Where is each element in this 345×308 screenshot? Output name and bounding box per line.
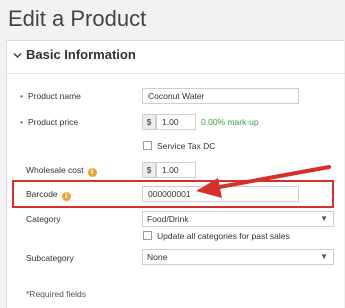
barcode-input[interactable]: 000000001 bbox=[142, 186, 299, 202]
required-marker: • bbox=[20, 117, 23, 127]
wholesale-cost-label: Wholesale cost i bbox=[26, 165, 97, 177]
service-tax-checkbox[interactable] bbox=[143, 141, 152, 150]
wholesale-currency-addon: $ bbox=[142, 162, 156, 178]
info-icon[interactable]: i bbox=[61, 192, 71, 201]
product-price-label: • Product price bbox=[20, 117, 79, 127]
category-select[interactable]: Food/Drink ▼ bbox=[142, 211, 334, 227]
product-name-label: • Product name bbox=[20, 91, 81, 101]
product-price-input[interactable]: 1.00 bbox=[156, 114, 196, 130]
info-icon[interactable]: i bbox=[87, 168, 97, 177]
required-marker: • bbox=[20, 91, 23, 101]
update-all-categories-checkbox[interactable] bbox=[143, 231, 152, 240]
chevron-down-icon: ▼ bbox=[320, 214, 328, 223]
category-label: Category bbox=[26, 214, 61, 224]
chevron-down-icon: ▼ bbox=[320, 252, 328, 261]
product-name-input[interactable]: Coconut Water bbox=[142, 88, 299, 104]
panel-header[interactable]: Basic Information bbox=[13, 47, 136, 62]
price-currency-addon: $ bbox=[142, 114, 156, 130]
required-fields-note: *Required fields bbox=[26, 289, 87, 299]
chevron-down-icon[interactable] bbox=[13, 47, 23, 62]
panel-title: Basic Information bbox=[26, 47, 136, 62]
page-title: Edit a Product bbox=[8, 6, 147, 31]
barcode-label: Barcode i bbox=[26, 189, 71, 201]
update-all-categories-label: Update all categories for past sales bbox=[157, 231, 290, 241]
markup-text: 0.00% mark-up bbox=[201, 117, 259, 127]
subcategory-label: Subcategory bbox=[26, 253, 74, 263]
service-tax-label: Service Tax DC bbox=[157, 141, 216, 151]
divider bbox=[7, 73, 345, 74]
wholesale-cost-input[interactable]: 1.00 bbox=[156, 162, 196, 178]
subcategory-select[interactable]: None ▼ bbox=[142, 249, 334, 265]
